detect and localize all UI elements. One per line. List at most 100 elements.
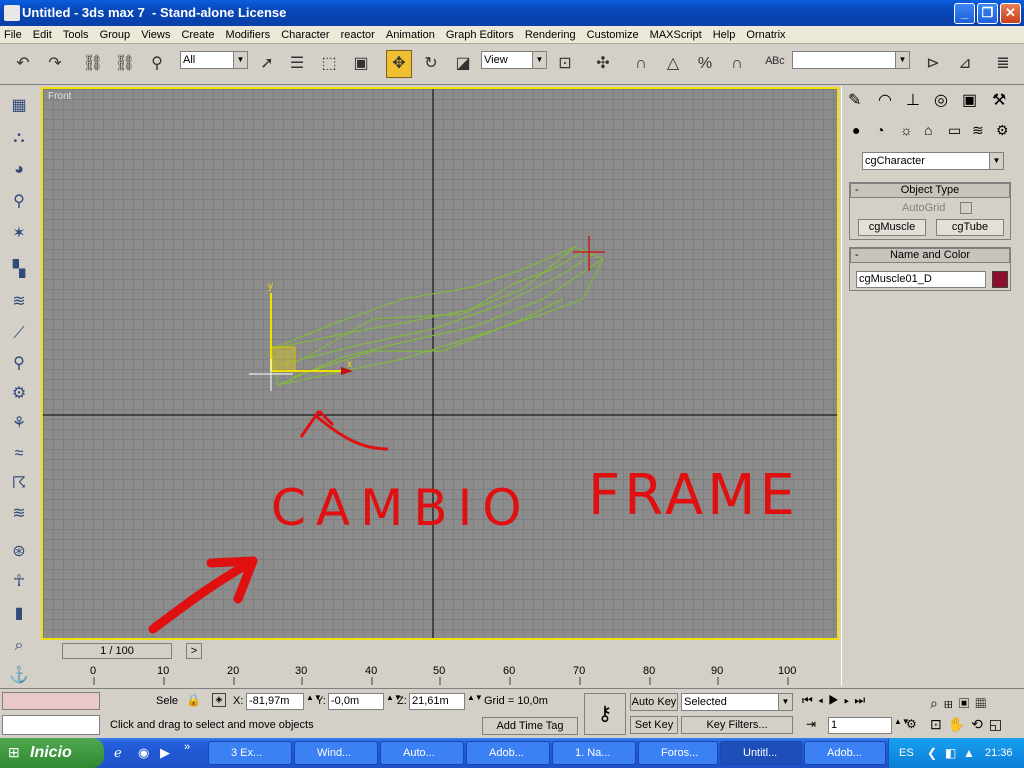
- undo-icon[interactable]: ↶: [10, 50, 36, 78]
- object-name-field[interactable]: cgMuscle01_D: [856, 271, 986, 288]
- analyze-icon[interactable]: ⌕: [6, 634, 32, 658]
- maxscript-input[interactable]: [2, 715, 100, 735]
- key-mode-dropdown[interactable]: Selected ▼: [681, 693, 793, 711]
- spring-icon[interactable]: ≋: [6, 290, 32, 314]
- menu-ornatrix[interactable]: Ornatrix: [742, 26, 789, 43]
- task-3dsmax[interactable]: Untitl...: [720, 741, 802, 765]
- display-tab-icon[interactable]: ▣: [962, 90, 977, 110]
- time-slider[interactable]: 1 / 100: [62, 643, 172, 659]
- cameras-icon[interactable]: ⌂: [924, 122, 932, 138]
- go-to-start-icon[interactable]: ⏮: [802, 693, 818, 707]
- cloth-icon[interactable]: ⛬: [6, 126, 32, 150]
- dashpot-icon[interactable]: ⟋: [6, 322, 32, 346]
- ie-icon[interactable]: ℯ: [114, 745, 122, 761]
- water-icon[interactable]: ☈: [6, 472, 32, 496]
- window-crossing-icon[interactable]: ▣: [348, 50, 374, 78]
- menu-reactor[interactable]: reactor: [337, 26, 379, 43]
- select-by-name-icon[interactable]: ☰: [284, 50, 310, 78]
- next-frame-arrow[interactable]: >: [186, 643, 202, 659]
- menu-tools[interactable]: Tools: [59, 26, 93, 43]
- z-spinner[interactable]: ▲▼: [467, 693, 483, 702]
- name-color-header[interactable]: - Name and Color: [850, 248, 1010, 263]
- motion-tab-icon[interactable]: ◎: [934, 90, 948, 110]
- key-filters-button[interactable]: Key Filters...: [681, 716, 793, 734]
- category-dropdown[interactable]: cgCharacter ▼: [862, 152, 1004, 170]
- previous-frame-icon[interactable]: ◂: [818, 693, 828, 707]
- arc-rotate-icon[interactable]: ⟲: [971, 716, 989, 732]
- select-and-scale-icon[interactable]: ◪: [450, 50, 476, 78]
- maxscript-listener-mini[interactable]: [2, 692, 100, 710]
- selection-filter-dropdown[interactable]: All ▼: [180, 51, 248, 69]
- toy-car-icon[interactable]: ⚘: [6, 412, 32, 436]
- menu-views[interactable]: Views: [137, 26, 174, 43]
- space-warps-icon[interactable]: ≋: [972, 122, 984, 139]
- zoom-icon[interactable]: ⌕: [930, 695, 944, 711]
- zoom-all-icon[interactable]: ⊞: [944, 695, 959, 711]
- constraint-icon[interactable]: ≋: [6, 502, 32, 526]
- spinner-snap-icon[interactable]: ∩: [724, 50, 750, 78]
- menu-graph-editors[interactable]: Graph Editors: [442, 26, 518, 43]
- menu-modifiers[interactable]: Modifiers: [222, 26, 275, 43]
- rope-icon[interactable]: ⚲: [6, 190, 32, 214]
- lock-icon[interactable]: 🔒: [186, 693, 201, 707]
- menu-rendering[interactable]: Rendering: [521, 26, 580, 43]
- rigid-body-icon[interactable]: ▦: [6, 94, 32, 118]
- deforming-mesh-icon[interactable]: ✶: [6, 222, 32, 246]
- add-time-tag-button[interactable]: Add Time Tag: [482, 717, 578, 735]
- cgtube-button[interactable]: cgTube: [936, 219, 1004, 236]
- object-color-swatch[interactable]: [992, 271, 1008, 288]
- rectangular-selection-icon[interactable]: ⬚: [316, 50, 342, 78]
- object-type-header[interactable]: - Object Type: [850, 183, 1010, 198]
- time-configuration-icon[interactable]: ⚙: [906, 717, 917, 731]
- maximize-button[interactable]: ❐: [977, 3, 998, 24]
- plane-icon[interactable]: ▚: [6, 258, 32, 282]
- select-object-icon[interactable]: ➚: [254, 50, 280, 78]
- zoom-extents-all-icon[interactable]: ▦: [975, 695, 992, 711]
- x-coordinate-field[interactable]: -81,97m: [246, 693, 304, 710]
- cgmuscle-button[interactable]: cgMuscle: [858, 219, 926, 236]
- select-and-rotate-icon[interactable]: ↻: [418, 50, 444, 78]
- task-autocad[interactable]: Auto...: [380, 741, 464, 765]
- tray-alert-icon[interactable]: ▲: [963, 738, 975, 768]
- menu-help[interactable]: Help: [709, 26, 740, 43]
- select-link-icon[interactable]: ⛓: [80, 50, 106, 78]
- move-gizmo-plane[interactable]: [270, 346, 296, 372]
- ragdoll-icon[interactable]: ☥: [6, 570, 32, 594]
- media-player-icon[interactable]: ▶: [160, 745, 170, 761]
- select-and-move-icon[interactable]: ✥: [386, 50, 412, 78]
- systems-icon[interactable]: ⚙: [996, 122, 1009, 139]
- wind-icon[interactable]: ⚙: [6, 382, 32, 406]
- muscle-wireframe[interactable]: [270, 246, 604, 386]
- play-icon[interactable]: ▶: [828, 693, 844, 707]
- z-coordinate-field[interactable]: 21,61m: [409, 693, 465, 710]
- task-windows[interactable]: Wind...: [294, 741, 378, 765]
- task-foros[interactable]: Foros...: [638, 741, 718, 765]
- bind-space-warp-icon[interactable]: ⚲: [144, 50, 170, 78]
- menu-create[interactable]: Create: [177, 26, 218, 43]
- manipulate-icon[interactable]: ✣: [590, 50, 616, 78]
- task-adobe-reader[interactable]: Adob...: [466, 741, 550, 765]
- key-mode-toggle-icon[interactable]: ⇥: [806, 717, 816, 731]
- pan-icon[interactable]: ✋: [948, 716, 971, 732]
- reference-coordinate-dropdown[interactable]: View ▼: [481, 51, 547, 69]
- tray-network-icon[interactable]: ◧: [945, 738, 956, 768]
- percent-snap-icon[interactable]: %: [692, 50, 718, 78]
- tray-expand-icon[interactable]: ❮: [927, 738, 937, 768]
- soft-body-icon[interactable]: ◕: [6, 158, 32, 182]
- autogrid-checkbox[interactable]: [960, 202, 972, 214]
- unlink-icon[interactable]: ⛓: [112, 50, 138, 78]
- y-coordinate-field[interactable]: -0,0m: [328, 693, 384, 710]
- modify-tab-icon[interactable]: ◠: [878, 90, 892, 110]
- zoom-extents-icon[interactable]: ▣: [959, 695, 976, 711]
- preview-icon[interactable]: ▮: [6, 602, 32, 626]
- hierarchy-tab-icon[interactable]: ⊥: [906, 90, 920, 110]
- layer-manager-icon[interactable]: ≣: [990, 50, 1016, 78]
- motor-icon[interactable]: ⚲: [6, 352, 32, 376]
- menu-maxscript[interactable]: MAXScript: [646, 26, 706, 43]
- redo-icon[interactable]: ↷: [42, 50, 68, 78]
- current-frame-field[interactable]: 1: [828, 717, 892, 734]
- menu-file[interactable]: File: [0, 26, 26, 43]
- quick-launch-more-icon[interactable]: »: [184, 741, 190, 753]
- snap-3d-icon[interactable]: ∩: [628, 50, 654, 78]
- hinge-icon[interactable]: ⊛: [6, 540, 32, 564]
